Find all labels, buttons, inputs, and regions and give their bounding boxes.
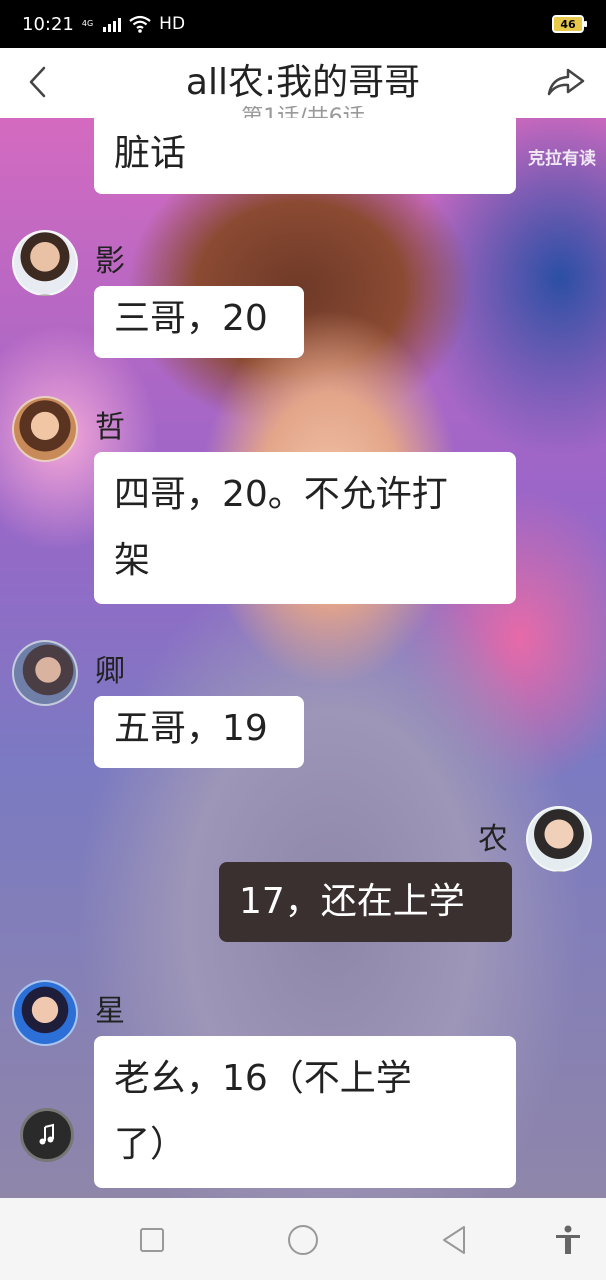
self-message-bubble: 17，还在上学 bbox=[219, 862, 512, 942]
status-bar: 10:21 4G HD 46 bbox=[0, 0, 606, 48]
message-bubble: 四哥，20。不允许打 架 bbox=[94, 452, 516, 604]
signal-icon bbox=[103, 16, 122, 32]
sender-name: 影 bbox=[95, 244, 125, 279]
message-bubble: 脏话 bbox=[94, 118, 516, 194]
avatar[interactable] bbox=[526, 806, 592, 872]
back-nav-button[interactable] bbox=[434, 1220, 474, 1260]
message-text-continued: 了） bbox=[114, 1124, 187, 1165]
message-text: 三哥，20 bbox=[114, 298, 268, 339]
hd-label: HD bbox=[159, 14, 186, 34]
network-type: 4G bbox=[81, 19, 94, 28]
message-bubble: 五哥，19 bbox=[94, 696, 304, 768]
chapter-indicator: 第1话/共6话 bbox=[0, 106, 606, 118]
chat-area[interactable]: 克拉有读 脏话 影 三哥，20 哲 四哥，20。不允许打 架 卿 五哥，19 农… bbox=[0, 118, 606, 1198]
status-right: 46 bbox=[552, 15, 587, 33]
message-text: 17，还在上学 bbox=[239, 881, 465, 922]
square-icon bbox=[140, 1228, 164, 1252]
music-button[interactable] bbox=[20, 1108, 74, 1162]
battery-icon: 46 bbox=[552, 15, 587, 33]
back-button[interactable] bbox=[18, 62, 58, 102]
music-note-icon bbox=[39, 1123, 54, 1145]
status-left: 10:21 4G HD bbox=[22, 14, 185, 35]
message-text: 五哥，19 bbox=[114, 708, 268, 749]
sender-name: 农 bbox=[478, 822, 508, 857]
chevron-left-icon bbox=[29, 66, 46, 98]
sender-name: 星 bbox=[95, 994, 125, 1029]
sender-name: 哲 bbox=[95, 410, 125, 445]
avatar[interactable] bbox=[12, 396, 78, 462]
message-text: 脏话 bbox=[114, 133, 187, 174]
triangle-back-icon bbox=[443, 1226, 465, 1254]
avatar[interactable] bbox=[12, 640, 78, 706]
message-text-continued: 架 bbox=[114, 540, 151, 581]
share-arrow-icon bbox=[547, 68, 585, 96]
watermark: 克拉有读 bbox=[528, 149, 596, 169]
message-text: 老幺，16（不上学 bbox=[114, 1058, 412, 1099]
avatar[interactable] bbox=[12, 980, 78, 1046]
recent-apps-button[interactable] bbox=[132, 1220, 172, 1260]
header: all农:我的哥哥 第1话/共6话 bbox=[0, 48, 606, 118]
page-title: all农:我的哥哥 bbox=[185, 62, 421, 103]
accessibility-icon bbox=[556, 1225, 580, 1254]
accessibility-button[interactable] bbox=[548, 1220, 588, 1260]
navigation-bar bbox=[0, 1198, 606, 1280]
sender-name: 卿 bbox=[95, 654, 125, 689]
home-button[interactable] bbox=[283, 1220, 323, 1260]
status-time: 10:21 bbox=[22, 13, 74, 35]
message-text: 四哥，20。不允许打 bbox=[114, 474, 448, 515]
avatar[interactable] bbox=[12, 230, 78, 296]
battery-level: 46 bbox=[560, 17, 576, 31]
share-button[interactable] bbox=[542, 62, 590, 102]
message-bubble: 三哥，20 bbox=[94, 286, 304, 358]
wifi-icon bbox=[129, 15, 151, 33]
circle-icon bbox=[288, 1225, 318, 1255]
message-bubble: 老幺，16（不上学 了） bbox=[94, 1036, 516, 1188]
